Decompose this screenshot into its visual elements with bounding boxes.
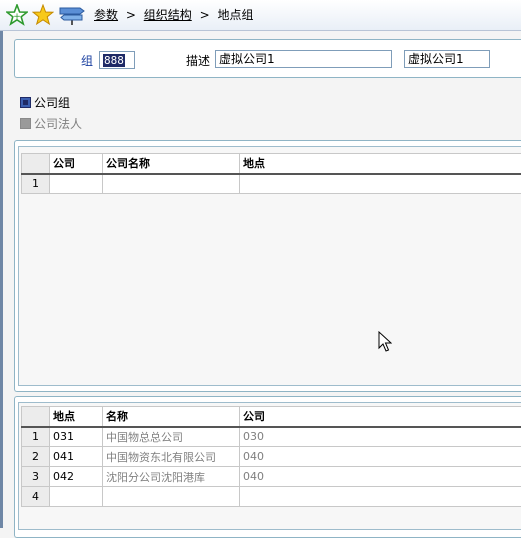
- description-field[interactable]: 虚拟公司1: [215, 50, 392, 68]
- breadcrumb-separator: >: [200, 8, 210, 22]
- column-header[interactable]: 名称: [103, 407, 240, 427]
- table-cell[interactable]: 沈阳分公司沈阳港库: [103, 467, 240, 487]
- column-header[interactable]: 公司: [50, 154, 103, 174]
- option-unselected-icon: [20, 118, 31, 129]
- company-grid: 公司 公司名称 地点 1: [21, 153, 521, 194]
- row-number-header: [22, 154, 50, 174]
- table-row[interactable]: 3 042 沈阳分公司沈阳港库 040: [22, 467, 521, 487]
- option-label: 公司组: [34, 96, 70, 110]
- breadcrumb-item-params[interactable]: 参数: [94, 8, 118, 22]
- grid-header-row: 公司 公司名称 地点: [22, 154, 521, 174]
- table-cell[interactable]: 030: [240, 427, 521, 447]
- table-row[interactable]: 2 041 中国物资东北有限公司 040: [22, 447, 521, 467]
- table-cell[interactable]: [50, 487, 103, 507]
- row-number-header: [22, 407, 50, 427]
- option-company-legal[interactable]: 公司法人: [20, 115, 82, 132]
- site-grid: 地点 名称 公司 1 031 中国物总总公司 030 2 041 中国物资东北有…: [21, 406, 521, 507]
- table-row[interactable]: 1 031 中国物总总公司 030: [22, 427, 521, 447]
- svg-text:+: +: [13, 12, 21, 22]
- column-header[interactable]: 地点: [50, 407, 103, 427]
- row-number[interactable]: 1: [22, 427, 50, 447]
- row-number[interactable]: 2: [22, 447, 50, 467]
- breadcrumb-separator: >: [126, 8, 136, 22]
- table-cell[interactable]: 中国物资东北有限公司: [103, 447, 240, 467]
- favorite-icon[interactable]: [32, 4, 54, 26]
- table-cell[interactable]: 040: [240, 447, 521, 467]
- table-cell[interactable]: [103, 174, 240, 194]
- window-left-edge: [0, 31, 3, 528]
- group-code-field[interactable]: 888: [99, 51, 135, 69]
- row-number[interactable]: 1: [22, 174, 50, 194]
- breadcrumb: 参数 > 组织结构 > 地点组: [94, 6, 253, 23]
- description-label: 描述: [186, 52, 210, 69]
- row-number[interactable]: 3: [22, 467, 50, 487]
- favorite-add-icon[interactable]: +: [6, 4, 28, 26]
- table-cell[interactable]: [50, 174, 103, 194]
- breadcrumb-item-org-structure[interactable]: 组织结构: [144, 8, 192, 22]
- row-number[interactable]: 4: [22, 487, 50, 507]
- table-row[interactable]: 4: [22, 487, 521, 507]
- column-header[interactable]: 公司名称: [103, 154, 240, 174]
- mouse-cursor-icon: [378, 331, 392, 353]
- table-cell[interactable]: 042: [50, 467, 103, 487]
- table-cell[interactable]: 中国物总总公司: [103, 427, 240, 447]
- description-short-field[interactable]: 虚拟公司1: [404, 50, 490, 68]
- grid-header-row: 地点 名称 公司: [22, 407, 521, 427]
- table-cell[interactable]: 041: [50, 447, 103, 467]
- option-label: 公司法人: [34, 117, 82, 131]
- signpost-icon[interactable]: [58, 4, 86, 26]
- table-cell[interactable]: [103, 487, 240, 507]
- table-cell[interactable]: [240, 174, 521, 194]
- table-cell[interactable]: 040: [240, 467, 521, 487]
- breadcrumb-current: 地点组: [217, 8, 253, 22]
- group-label: 组: [81, 52, 93, 69]
- header-panel: 组 888 描述 虚拟公司1 虚拟公司1: [14, 39, 521, 78]
- column-header[interactable]: 公司: [240, 407, 521, 427]
- table-cell[interactable]: 031: [50, 427, 103, 447]
- group-code-value: 888: [103, 54, 125, 67]
- option-company-group[interactable]: 公司组: [20, 94, 70, 111]
- column-header[interactable]: 地点: [240, 154, 521, 174]
- table-row[interactable]: 1: [22, 174, 521, 194]
- option-selected-icon: [20, 97, 31, 108]
- toolbar: + 参数 > 组织结构 > 地点组: [0, 0, 521, 31]
- table-cell[interactable]: [240, 487, 521, 507]
